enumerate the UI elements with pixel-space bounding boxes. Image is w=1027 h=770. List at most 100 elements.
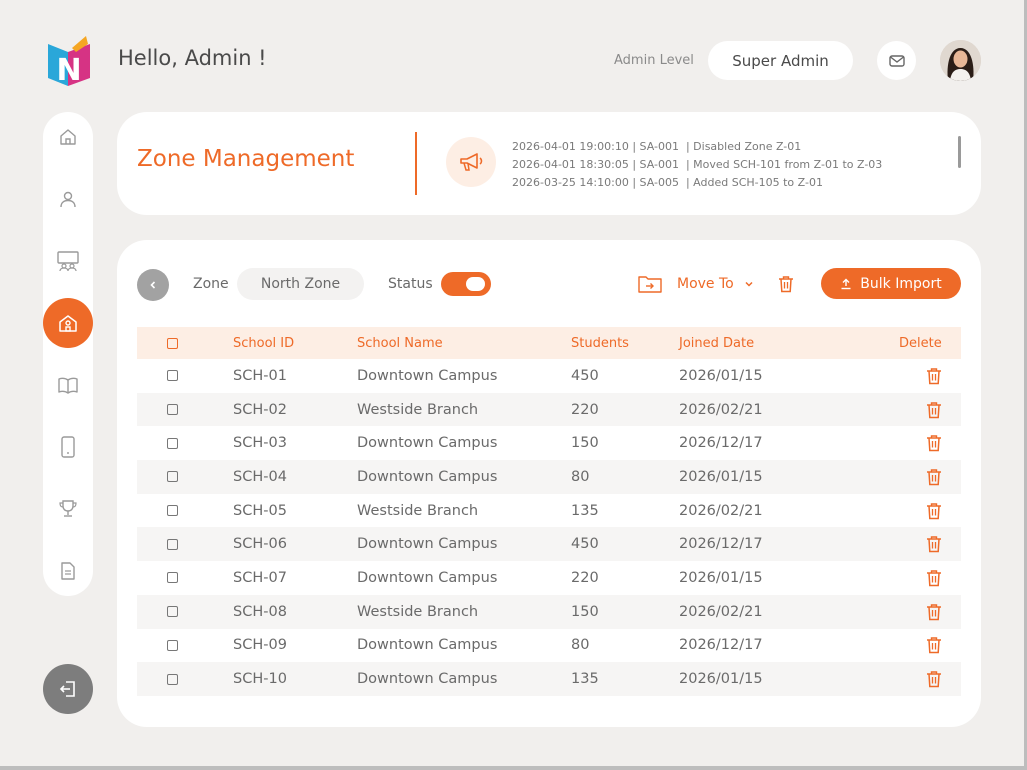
cell-students: 450 (571, 367, 599, 384)
cell-school-name: Downtown Campus (357, 468, 498, 485)
table-row[interactable]: SCH-06 Downtown Campus 450 2026/12/17 (137, 527, 961, 562)
cell-school-name: Downtown Campus (357, 536, 498, 553)
table-row[interactable]: SCH-04 Downtown Campus 80 2026/01/15 (137, 460, 961, 494)
trash-icon (927, 435, 941, 452)
table-header: School ID School Name Students Joined Da… (137, 327, 961, 359)
bulk-import-button[interactable]: Bulk Import (821, 268, 961, 299)
mail-icon (888, 54, 905, 67)
cell-school-id: SCH-03 (233, 435, 287, 452)
sidebar-item-library[interactable] (43, 360, 93, 410)
trash-icon (927, 671, 941, 688)
column-header-joined-date: Joined Date (679, 335, 755, 351)
cell-joined-date: 2026/01/15 (679, 569, 763, 586)
row-checkbox[interactable] (167, 538, 178, 550)
sidebar-item-schools[interactable] (43, 298, 93, 348)
window-frame-bottom (0, 766, 1027, 770)
trash-icon (779, 276, 793, 293)
mail-button[interactable] (877, 41, 916, 80)
row-checkbox[interactable] (167, 370, 178, 382)
table-row[interactable]: SCH-05 Westside Branch 135 2026/02/21 (137, 494, 961, 528)
sidebar-item-devices[interactable] (43, 422, 93, 472)
row-delete-button[interactable] (879, 569, 961, 587)
trash-icon (927, 469, 941, 486)
row-delete-button[interactable] (879, 502, 961, 520)
trash-icon (927, 401, 941, 418)
row-checkbox[interactable] (167, 639, 178, 651)
row-checkbox[interactable] (167, 437, 178, 449)
log-scrollbar[interactable] (958, 136, 961, 168)
trash-icon (927, 502, 941, 519)
column-header-students: Students (571, 335, 629, 351)
row-delete-button[interactable] (879, 603, 961, 621)
row-checkbox[interactable] (167, 673, 178, 685)
activity-log: 2026-04-01 19:00:10 | SA-001 | Disabled … (512, 138, 882, 192)
bulk-delete-button[interactable] (775, 272, 797, 296)
sidebar-item-reports[interactable] (43, 546, 93, 596)
table-row[interactable]: SCH-07 Downtown Campus 220 2026/01/15 (137, 561, 961, 595)
cell-joined-date: 2026/12/17 (679, 637, 763, 654)
zone-label: Zone (193, 276, 229, 292)
table-body: SCH-01 Downtown Campus 450 2026/01/15 SCH-02… (137, 359, 961, 696)
back-button[interactable] (137, 269, 169, 301)
cell-school-id: SCH-01 (233, 367, 287, 384)
table-row[interactable]: SCH-08 Westside Branch 150 2026/02/21 (137, 594, 961, 629)
row-delete-button[interactable] (879, 535, 961, 553)
avatar[interactable] (940, 40, 981, 81)
user-icon (60, 191, 76, 208)
select-all-checkbox[interactable] (167, 337, 178, 349)
row-delete-button[interactable] (879, 367, 961, 385)
cell-joined-date: 2026/01/15 (679, 367, 763, 384)
sidebar-item-home[interactable] (43, 112, 93, 162)
zone-selector[interactable]: North Zone (237, 268, 364, 300)
cell-school-name: Westside Branch (357, 401, 479, 418)
upload-icon (841, 278, 851, 289)
admin-level-label: Admin Level (614, 53, 694, 68)
row-checkbox[interactable] (167, 572, 178, 584)
table-row[interactable]: SCH-09 Downtown Campus 80 2026/12/17 (137, 629, 961, 663)
row-delete-button[interactable] (879, 468, 961, 486)
cell-school-id: SCH-04 (233, 468, 287, 485)
row-checkbox[interactable] (167, 471, 178, 483)
role-selector[interactable]: Super Admin (708, 41, 853, 80)
row-delete-button[interactable] (879, 636, 961, 654)
logout-button[interactable] (43, 664, 93, 714)
cell-school-id: SCH-02 (233, 401, 287, 418)
trash-icon (927, 570, 941, 587)
status-label: Status (388, 276, 433, 292)
book-icon (58, 377, 78, 394)
row-delete-button[interactable] (879, 670, 961, 688)
row-delete-button[interactable] (879, 434, 961, 452)
tablet-icon (61, 436, 75, 458)
table-row[interactable]: SCH-10 Downtown Campus 135 2026/01/15 (137, 662, 961, 696)
table-row[interactable]: SCH-01 Downtown Campus 450 2026/01/15 (137, 359, 961, 393)
sidebar-item-classrooms[interactable] (43, 236, 93, 286)
column-header-delete: Delete (899, 335, 942, 351)
cell-joined-date: 2026/01/15 (679, 468, 763, 485)
cell-joined-date: 2026/12/17 (679, 536, 763, 553)
sidebar-item-awards[interactable] (43, 484, 93, 534)
cell-school-name: Downtown Campus (357, 671, 498, 688)
trash-icon (927, 368, 941, 385)
cell-school-id: SCH-08 (233, 603, 287, 620)
announcement-badge (446, 137, 496, 187)
sidebar-item-users[interactable] (43, 174, 93, 224)
chevron-down-icon (745, 281, 753, 287)
row-checkbox[interactable] (167, 606, 178, 618)
cell-school-id: SCH-09 (233, 637, 287, 654)
schools-card: Zone North Zone Status Move To Bulk Impo… (117, 240, 981, 727)
sidebar-nav (43, 112, 93, 596)
trash-icon (927, 536, 941, 553)
move-to-button[interactable]: Move To (637, 270, 754, 298)
row-delete-button[interactable] (879, 401, 961, 419)
table-row[interactable]: SCH-03 Downtown Campus 150 2026/12/17 (137, 426, 961, 460)
document-icon (61, 562, 75, 580)
trash-icon (927, 637, 941, 654)
cell-school-name: Westside Branch (357, 603, 479, 620)
status-toggle[interactable] (441, 272, 491, 296)
logout-icon (59, 681, 75, 697)
column-header-school-id: School ID (233, 335, 295, 351)
log-line: 2026-04-01 19:00:10 | SA-001 | Disabled … (512, 140, 802, 153)
row-checkbox[interactable] (167, 505, 178, 517)
table-row[interactable]: SCH-02 Westside Branch 220 2026/02/21 (137, 392, 961, 427)
row-checkbox[interactable] (167, 404, 178, 416)
